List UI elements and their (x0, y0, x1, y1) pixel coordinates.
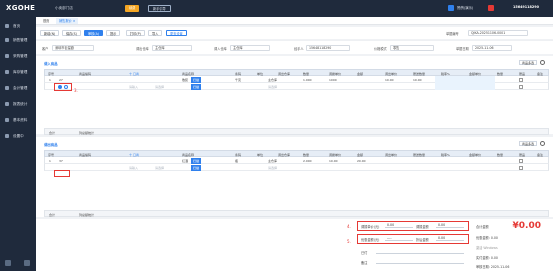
out-warehouse-select[interactable]: 主仓库 (152, 44, 192, 51)
app-logo: XGOHE (6, 4, 36, 12)
store-selector[interactable]: 小卖部门店 (55, 6, 73, 11)
filter-bar: 客户 深圳市巨星欧 调出仓库 主仓库 调入仓库 主仓库 经手人 15648118… (36, 40, 553, 54)
notice-icon[interactable] (488, 5, 494, 11)
print-button[interactable]: 打印(P) (126, 30, 145, 36)
gear-icon (5, 134, 9, 138)
tab-bar: 首页 销售报价 × (36, 17, 553, 25)
sidebar-item-inventory[interactable]: 库存管理 (0, 67, 36, 77)
multi-select-button[interactable]: 商品多选 (518, 60, 537, 65)
sidebar-item-accounting[interactable]: 会计管理 (0, 83, 36, 93)
new-button[interactable]: 新增(N) (40, 30, 60, 36)
tab-home[interactable]: 首页 (40, 18, 52, 24)
net-amount-field[interactable]: 0.00 (436, 235, 464, 241)
annotation-box-3 (54, 83, 72, 91)
save-button[interactable]: 保存(S) (62, 30, 81, 36)
sidebar-item-sales[interactable]: 销售管理 (0, 35, 36, 45)
price-mode-label: 价格模式 (374, 47, 387, 51)
scan-button[interactable]: 扫描 (191, 83, 201, 90)
sidebar-item-home[interactable]: 首页 (0, 21, 36, 31)
annotation-label-4: 4. (347, 224, 351, 229)
more-settings-button[interactable]: 更多设置 (166, 30, 187, 36)
annotation-label-5: 5. (347, 239, 351, 244)
user-name[interactable]: 赞鸽(演示) (457, 5, 473, 10)
in-warehouse-label: 调入仓库 (214, 47, 227, 51)
audit-button[interactable]: 审核(A) (84, 30, 104, 36)
in-goods-panel: 调入商品 商品多选 序号 商品编码 十 口商 商品名称 条码 单位 调出仓库 数… (36, 56, 553, 135)
gift-checkbox[interactable] (519, 165, 523, 170)
out-warehouse-label: 调出仓库 (136, 47, 149, 51)
table-row[interactable]: 1 27 散装 扫描 千克 主仓库 1.000 1000 10.00 10.00 (44, 76, 549, 83)
renew-button[interactable]: 续费 (125, 5, 140, 12)
sidebar: 首页 销售管理 采购管理 库存管理 会计管理 报表统计 基本资料 设置中 (0, 17, 36, 271)
ledger-icon (5, 86, 9, 90)
info-icon (5, 118, 9, 122)
doc-number-field[interactable]: QJKA-20251106-0001 (468, 30, 528, 36)
transfer-amount-field[interactable]: 0.00 (436, 222, 464, 228)
out-goods-title: 调出商品 (44, 143, 58, 147)
annotation-label-3: 3. (74, 88, 78, 93)
trash-icon[interactable] (24, 260, 30, 266)
box-icon (5, 70, 9, 74)
top-bar: XGOHE 小卖部门店 续费 新手引导 赞鸽(演示) 15649118290 (0, 0, 553, 17)
gift-checkbox[interactable] (519, 77, 523, 82)
add-row-icon[interactable] (58, 84, 62, 89)
customer-select[interactable]: 深圳市巨星欧 (52, 44, 94, 51)
multi-select-button[interactable]: 商品多选 (518, 141, 537, 146)
in-warehouse-select[interactable]: 主仓库 (230, 44, 270, 51)
sidebar-item-reports[interactable]: 报表统计 (0, 99, 36, 109)
settings-icon[interactable] (5, 260, 11, 266)
column-settings-icon[interactable] (540, 141, 545, 146)
cart-icon (5, 54, 9, 58)
doc-number-label: 单据编号 (446, 32, 459, 36)
doc-date-label: 单据日期 (456, 47, 469, 51)
scan-button[interactable]: 扫描 (191, 164, 201, 171)
out-goods-panel: 调出商品 商品多选 序号 商品编码 十 口商 商品名称 条码 单位 调出仓库 数… (36, 137, 553, 217)
import-button[interactable]: 导入 (148, 30, 163, 36)
table-row[interactable]: 请输入 请选择 扫描 请选择 (44, 164, 549, 171)
gift-checkbox[interactable] (519, 158, 523, 163)
sales-icon (5, 38, 9, 42)
customer-label: 客户 (42, 47, 49, 51)
remove-row-icon[interactable] (64, 84, 68, 89)
tab-sales-quote[interactable]: 销售报价 × (56, 18, 79, 24)
discount-field[interactable]: ---- (385, 235, 413, 241)
column-settings-icon[interactable] (540, 60, 545, 65)
home-icon (5, 24, 9, 28)
toolbar: 新增(N) 保存(S) 审核(A) 提示 打印(P) 导入 更多设置 单据编号 … (36, 27, 553, 39)
gift-checkbox[interactable] (519, 84, 523, 89)
in-goods-footer: 合计 列总额统计 (44, 128, 549, 135)
table-row[interactable]: 请输入 请选择 扫描 请选择 (44, 83, 549, 90)
out-goods-footer: 合计 列总额统计 (44, 210, 549, 217)
scan-button[interactable]: 扫描 (191, 76, 201, 83)
paid-field[interactable] (376, 248, 464, 254)
sidebar-item-purchase[interactable]: 采购管理 (0, 51, 36, 61)
sidebar-item-settings[interactable]: 设置中 (0, 131, 36, 141)
out-goods-header: 序号 商品编码 十 口商 商品名称 条码 单位 调出仓库 数量 调拨单价 金额 … (44, 150, 549, 157)
annotation-box-row (54, 170, 70, 177)
scan-button[interactable]: 扫描 (191, 157, 201, 164)
in-goods-title: 调入商品 (44, 62, 58, 66)
handler-label: 经手人 (294, 47, 304, 51)
report-icon (5, 102, 9, 106)
user-phone[interactable]: 15649118290 (513, 5, 539, 9)
price-mode-select[interactable]: 零售 (390, 44, 434, 51)
message-icon[interactable] (448, 5, 454, 11)
remark-field[interactable] (376, 258, 464, 264)
summary-panel: 4. 调拨单价(元) 0.00 调拨金额 0.00 5. 优惠金额(元) ---… (36, 219, 553, 271)
total-amount: ¥0.00 (512, 221, 541, 231)
table-row[interactable]: 1 37 红酒 扫描 瓶 主仓库 2.000 10.00 20.00 (44, 157, 549, 164)
transfer-price-field[interactable]: 0.00 (385, 222, 413, 228)
doc-date-field[interactable]: 2025-11-06 (472, 44, 512, 51)
guide-button[interactable]: 新手引导 (148, 5, 171, 12)
in-goods-header: 序号 商品编码 十 口商 商品名称 条码 单位 调出仓库 数量 调拨单价 金额 … (44, 69, 549, 76)
handler-select[interactable]: 15648118290 (306, 44, 350, 51)
sidebar-item-basic[interactable]: 基本资料 (0, 115, 36, 125)
hint-button[interactable]: 提示 (106, 30, 121, 36)
